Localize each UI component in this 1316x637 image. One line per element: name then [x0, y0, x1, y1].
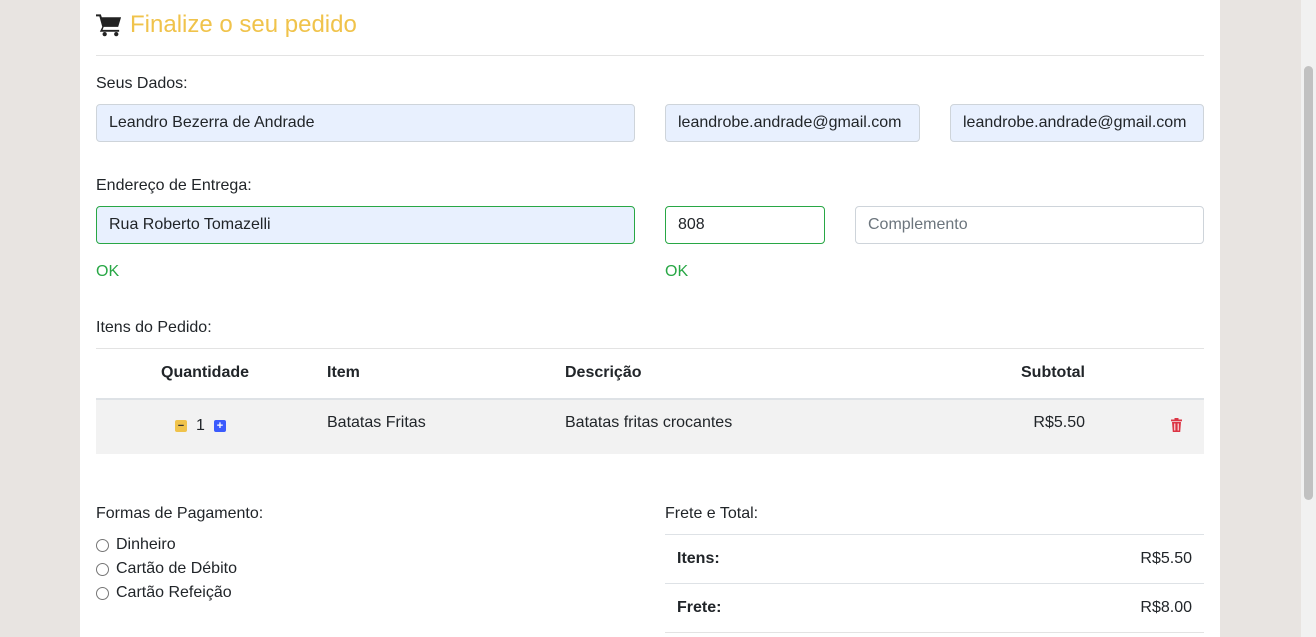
payment-options: Dinheiro Cartão de Débito Cartão Refeiçã… — [96, 533, 237, 605]
radio-button[interactable] — [96, 586, 109, 600]
payment-option-cash[interactable]: Dinheiro — [96, 533, 237, 557]
column-header-quantity: Quantidade — [161, 364, 250, 381]
email-input[interactable]: leandrobe.andrade@gmail.com — [665, 104, 920, 142]
payment-option-label: Cartão Refeição — [116, 584, 232, 601]
item-description: Batatas fritas crocantes — [565, 414, 733, 431]
cart-icon — [96, 14, 122, 37]
payment-option-label: Cartão de Débito — [116, 560, 237, 577]
divider — [96, 55, 1204, 56]
totals-divider — [665, 632, 1204, 633]
totals-shipping-row: Frete: R$8.00 — [665, 583, 1204, 632]
payment-option-meal-card[interactable]: Cartão Refeição — [96, 581, 237, 605]
number-valid-feedback: OK — [665, 263, 689, 280]
page-header: Finalize o seu pedido — [96, 10, 357, 40]
scrollbar-thumb[interactable] — [1304, 66, 1313, 500]
name-input[interactable]: Leandro Bezerra de Andrade — [96, 104, 635, 142]
street-input[interactable]: Rua Roberto Tomazelli — [96, 206, 635, 244]
quantity-stepper: − 1 + — [175, 417, 226, 435]
page-title: Finalize o seu pedido — [130, 11, 357, 38]
column-header-description: Descrição — [565, 364, 642, 381]
payment-option-label: Dinheiro — [116, 536, 176, 553]
trash-icon[interactable] — [1171, 418, 1182, 432]
totals-items-row: Itens: R$5.50 — [665, 534, 1204, 583]
item-name: Batatas Fritas — [327, 414, 426, 431]
complement-input[interactable]: Complemento — [855, 206, 1204, 244]
radio-button[interactable] — [96, 562, 109, 576]
increase-quantity-button[interactable]: + — [213, 420, 226, 432]
totals-shipping-value: R$8.00 — [1140, 599, 1192, 616]
customer-section-label: Seus Dados: — [96, 75, 188, 92]
email-confirm-input[interactable]: leandrobe.andrade@gmail.com — [950, 104, 1204, 142]
quantity-value: 1 — [196, 417, 205, 434]
payment-option-debit[interactable]: Cartão de Débito — [96, 557, 237, 581]
totals-section-label: Frete e Total: — [665, 505, 759, 522]
column-header-item: Item — [327, 364, 360, 381]
payment-section-label: Formas de Pagamento: — [96, 505, 264, 522]
decrease-quantity-button[interactable]: − — [175, 420, 187, 432]
number-input[interactable]: 808 — [665, 206, 825, 244]
order-section-label: Itens do Pedido: — [96, 319, 212, 336]
totals-shipping-label: Frete: — [677, 599, 722, 616]
column-header-subtotal: Subtotal — [1021, 364, 1085, 381]
radio-button[interactable] — [96, 538, 109, 552]
street-valid-feedback: OK — [96, 263, 120, 280]
totals-items-value: R$5.50 — [1140, 550, 1192, 567]
item-subtotal: R$5.50 — [1033, 414, 1085, 431]
scrollbar[interactable] — [1301, 0, 1316, 637]
address-section-label: Endereço de Entrega: — [96, 177, 252, 194]
checkout-page: Finalize o seu pedido Seus Dados: Leandr… — [80, 0, 1220, 637]
totals-items-label: Itens: — [677, 550, 720, 567]
table-top-border — [96, 348, 1204, 349]
